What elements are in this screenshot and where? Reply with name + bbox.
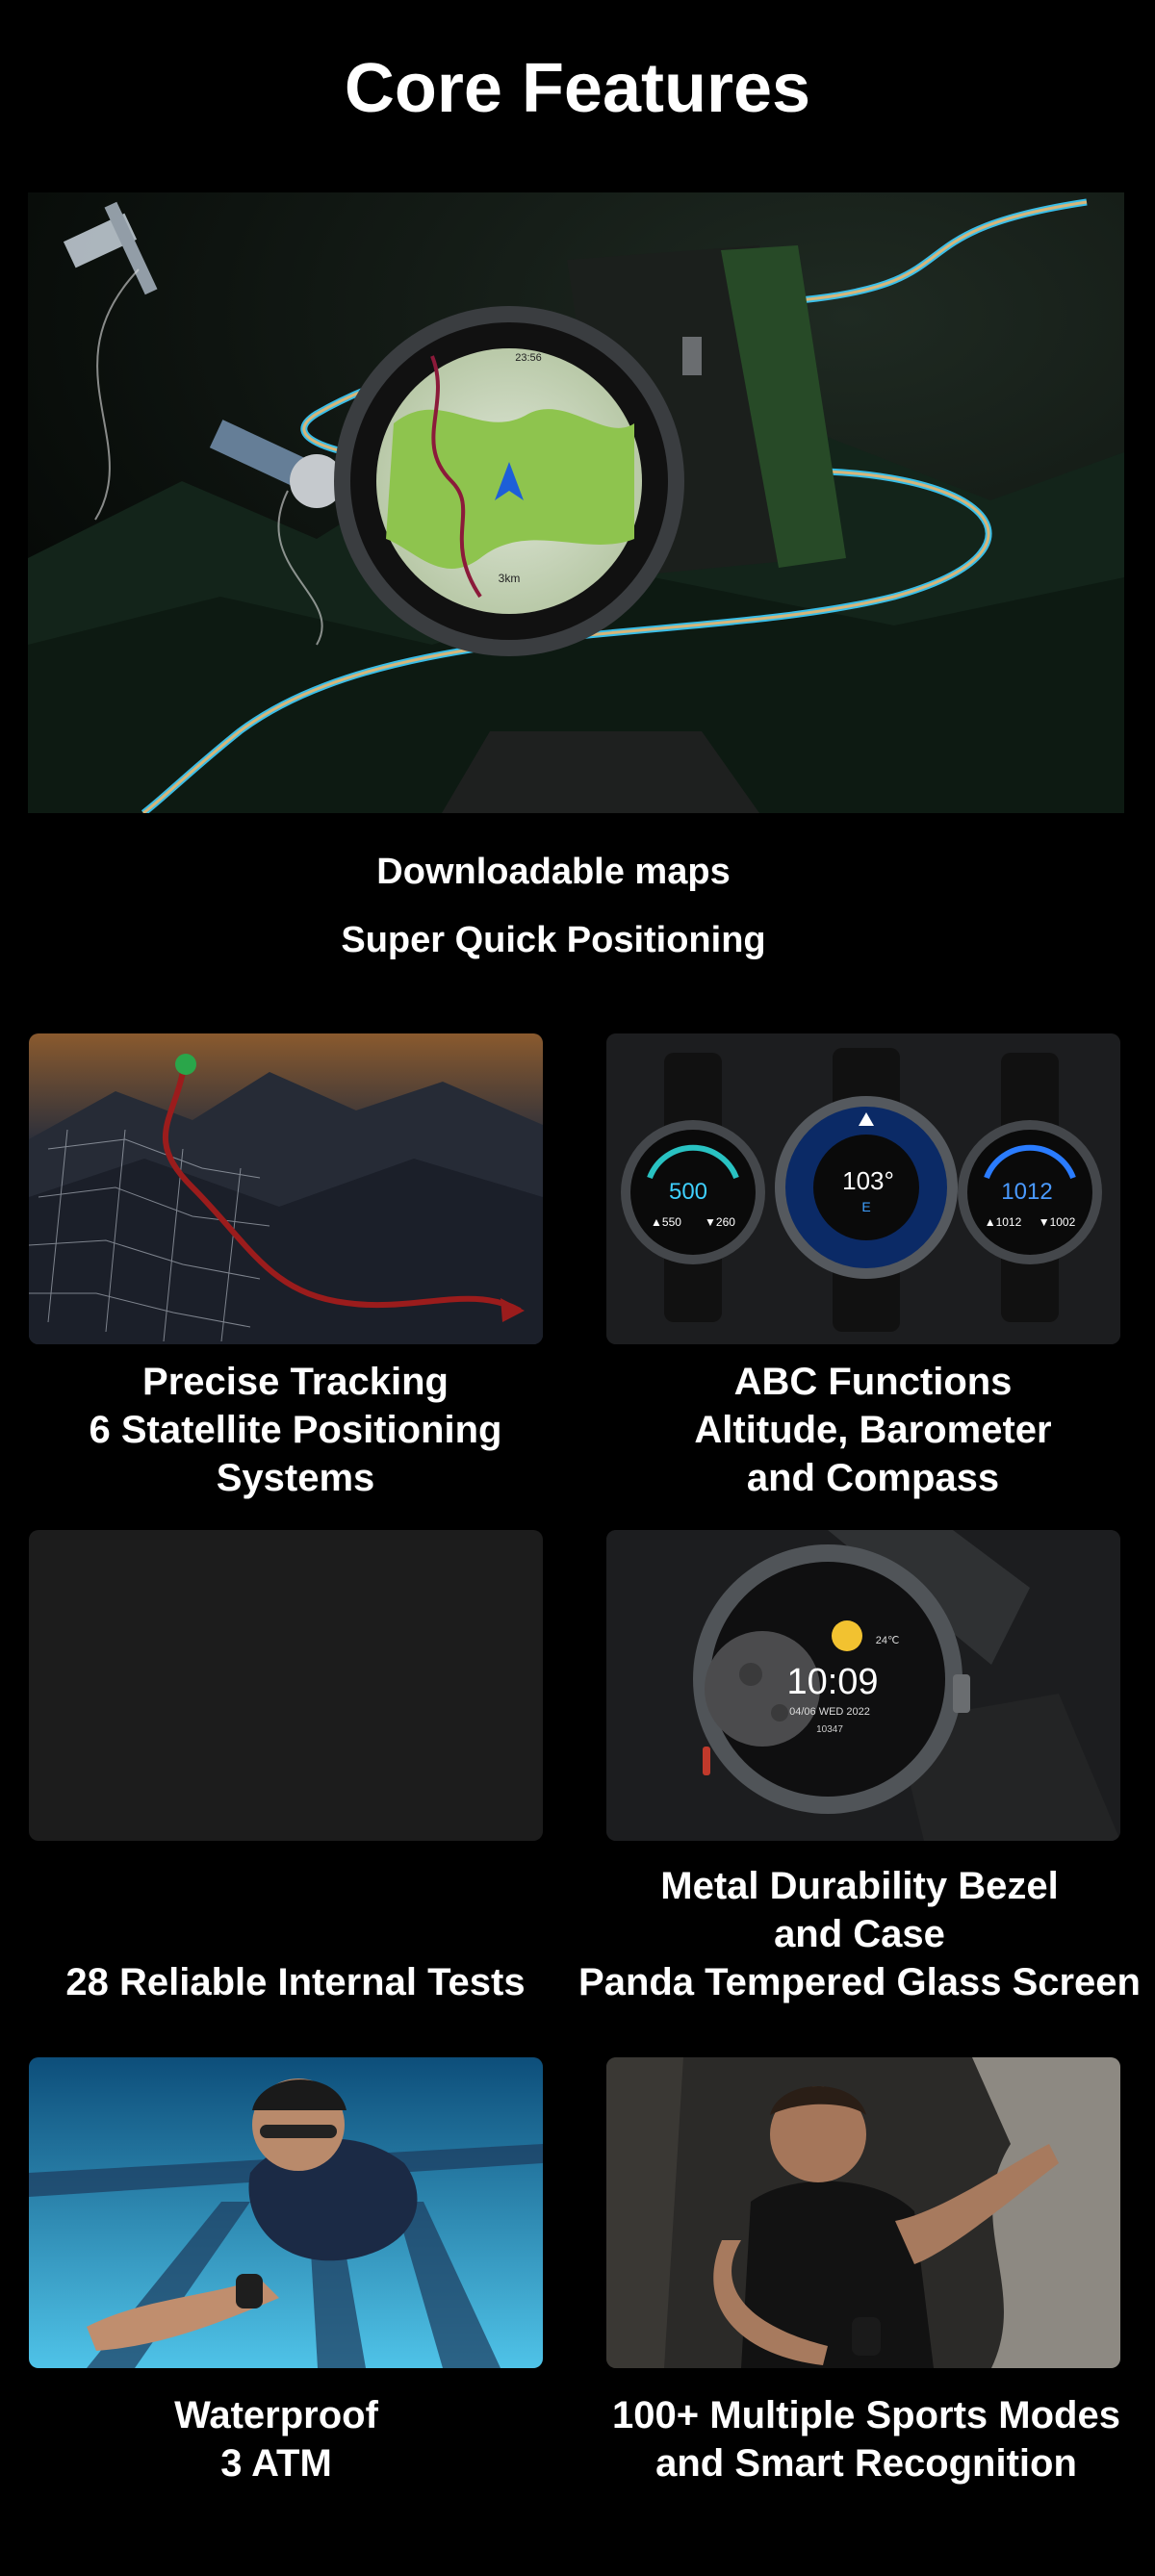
svg-text:▼260: ▼260 xyxy=(705,1215,735,1229)
page-title: Core Features xyxy=(344,50,811,127)
feature-caption-internal-tests: 28 Reliable Internal Tests xyxy=(65,1961,526,2003)
feature-caption-abc: ABC Functions Altitude, Barometer and Comp… xyxy=(694,1361,1052,1499)
internal-tests-image xyxy=(29,1530,543,1841)
svg-text:▲550: ▲550 xyxy=(651,1215,681,1229)
metal-bezel-watch-image: 10:09 04/06 WED 2022 24℃ 10347 xyxy=(606,1530,1120,1841)
abc-watches-image: 500 ▲550 ▼260 103° E 1012 ▲1012 ▼1002 xyxy=(606,1033,1120,1344)
svg-text:10:09: 10:09 xyxy=(786,1662,878,1702)
svg-text:▼1002: ▼1002 xyxy=(1039,1215,1076,1229)
waterproof-swimmer-image xyxy=(29,2057,543,2368)
location-pin-icon xyxy=(175,1054,196,1075)
feature-caption-waterproof: Waterproof 3 ATM xyxy=(174,2394,378,2485)
svg-text:E: E xyxy=(861,1199,870,1214)
svg-text:10347: 10347 xyxy=(816,1724,843,1735)
sports-climber-image xyxy=(606,2057,1120,2368)
feature-caption-tracking: Precise Tracking 6 Statellite Positioning… xyxy=(89,1361,502,1499)
hero-image-map-watch: 3km 23:56 xyxy=(28,192,1124,813)
svg-text:24℃: 24℃ xyxy=(876,1635,900,1646)
tracking-image xyxy=(29,1033,543,1344)
feature-caption-metal-bezel: Metal Durability Bezel and Case Panda Temp… xyxy=(578,1865,1141,2003)
svg-text:500: 500 xyxy=(669,1179,707,1205)
svg-text:103°: 103° xyxy=(842,1166,894,1195)
hero-caption-line1: Downloadable maps xyxy=(376,852,731,892)
feature-caption-sports-modes: 100+ Multiple Sports Modes and Smart Reco… xyxy=(612,2394,1120,2485)
hero-caption-line2: Super Quick Positioning xyxy=(341,920,766,960)
svg-text:3km: 3km xyxy=(499,572,521,585)
svg-text:04/06 WED 2022: 04/06 WED 2022 xyxy=(789,1706,870,1718)
svg-text:23:56: 23:56 xyxy=(515,352,542,364)
svg-text:1012: 1012 xyxy=(1001,1179,1052,1205)
svg-text:▲1012: ▲1012 xyxy=(985,1215,1022,1229)
